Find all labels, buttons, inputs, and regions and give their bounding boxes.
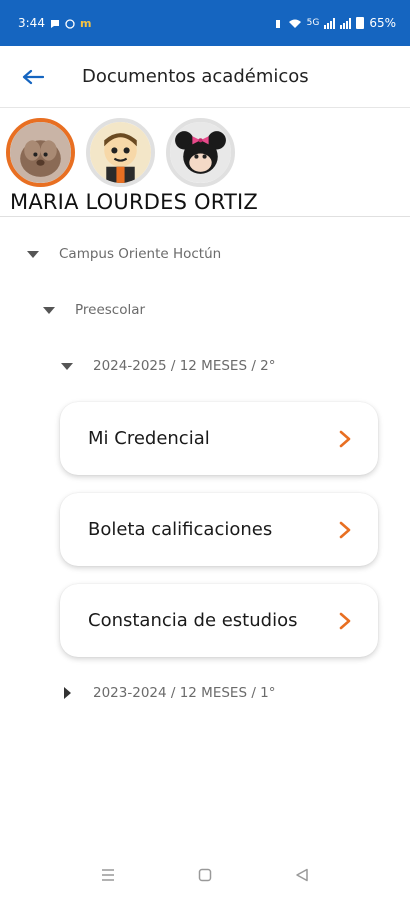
chevron-right-icon [339,612,351,629]
triangle-down-icon [27,250,39,258]
document-label: Boleta calificaciones [88,519,273,540]
period-current-label: 2024-2025 / 12 MESES / 2° [93,358,276,374]
student-avatar-3[interactable] [166,118,235,187]
document-card-constancia[interactable]: Constancia de estudios [60,584,378,657]
battery-icon [356,17,365,29]
signal-icon-2 [340,17,352,29]
page-title: Documentos académicos [82,66,309,87]
period-previous-label: 2023-2024 / 12 MESES / 1° [93,685,276,701]
wifi-icon [288,18,302,28]
app-m-icon: m [79,16,92,30]
student-avatar-1[interactable] [6,118,75,187]
triangle-right-icon [64,687,71,699]
system-nav-bar [0,850,410,900]
whatsapp-icon [65,18,75,29]
cartoon-kid-avatar-icon [90,122,151,183]
level-label: Preescolar [75,302,146,318]
status-bar: 3:44 m 5G 65% [0,0,410,46]
network-label: 5G [306,18,320,28]
recents-button[interactable] [88,860,128,890]
document-card-credencial[interactable]: Mi Credencial [60,402,378,475]
document-label: Mi Credencial [88,428,210,449]
triangle-down-icon [61,362,73,370]
triangle-back-icon [295,868,308,882]
triangle-down-icon [43,306,55,314]
chat-icon [50,18,60,28]
divider [0,216,410,217]
campus-label: Campus Oriente Hoctún [59,246,222,262]
student-avatar-2[interactable] [86,118,155,187]
tree-period-previous[interactable]: 2023-2024 / 12 MESES / 1° [64,685,276,701]
system-back-button[interactable] [282,860,322,890]
menu-lines-icon [102,869,115,881]
arrow-left-icon [22,69,44,84]
tree-period-current[interactable]: 2024-2025 / 12 MESES / 2° [61,358,276,374]
tree-level[interactable]: Preescolar [43,302,145,318]
minnie-mouse-avatar-icon [170,122,231,183]
dog-plush-avatar-icon [10,122,71,183]
tree-campus[interactable]: Campus Oriente Hoctún [27,246,221,262]
student-selector [6,118,235,187]
battery-level: 65% [369,16,396,30]
chevron-right-icon [339,521,351,538]
home-button[interactable] [185,860,225,890]
document-label: Constancia de estudios [88,610,298,631]
back-button[interactable] [0,46,66,108]
status-time: 3:44 [18,16,45,30]
student-name: MARIA LOURDES ORTIZ [10,190,258,214]
square-icon [198,868,212,882]
document-card-boleta[interactable]: Boleta calificaciones [60,493,378,566]
chevron-right-icon [339,430,351,447]
app-bar: Documentos académicos [0,46,410,108]
vibrate-icon [273,18,283,28]
signal-icon [324,17,336,29]
